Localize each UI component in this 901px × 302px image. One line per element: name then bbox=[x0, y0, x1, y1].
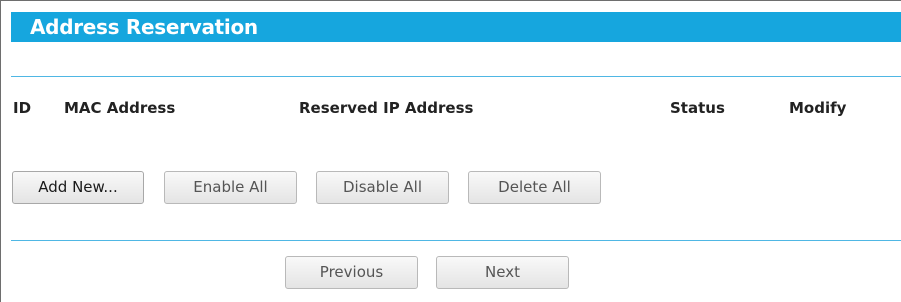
column-header-modify: Modify bbox=[789, 99, 847, 117]
previous-button[interactable]: Previous bbox=[285, 256, 418, 289]
delete-all-button[interactable]: Delete All bbox=[468, 171, 601, 204]
add-new-button[interactable]: Add New... bbox=[12, 171, 144, 204]
column-header-mac-address: MAC Address bbox=[64, 99, 176, 117]
address-reservation-panel: Address Reservation ID MAC Address Reser… bbox=[0, 0, 901, 302]
disable-all-button[interactable]: Disable All bbox=[316, 171, 449, 204]
divider-top bbox=[11, 76, 901, 77]
section-title-bar: Address Reservation bbox=[11, 12, 901, 42]
section-title: Address Reservation bbox=[30, 15, 258, 39]
divider-bottom bbox=[11, 240, 901, 241]
column-header-id: ID bbox=[13, 99, 32, 117]
column-header-status: Status bbox=[670, 99, 725, 117]
next-button[interactable]: Next bbox=[436, 256, 569, 289]
column-header-reserved-ip-address: Reserved IP Address bbox=[299, 99, 474, 117]
enable-all-button[interactable]: Enable All bbox=[164, 171, 297, 204]
